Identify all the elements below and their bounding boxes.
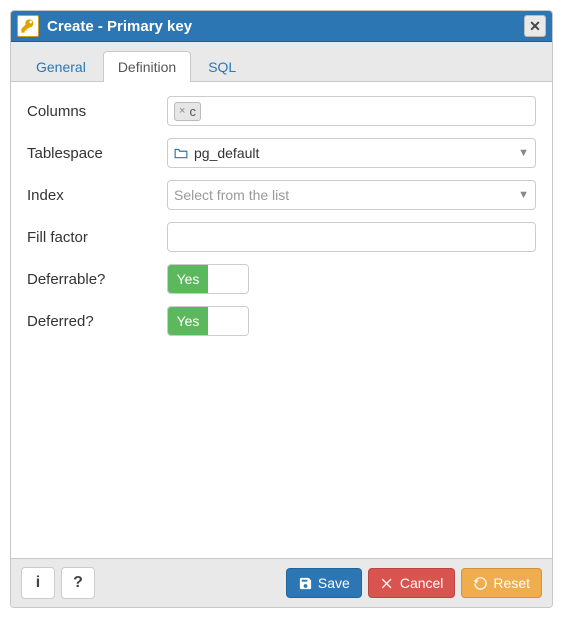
toggle-on-label: Yes — [168, 265, 208, 293]
dialog: Create - Primary key ✕ General Definitio… — [10, 10, 553, 608]
index-placeholder: Select from the list — [174, 187, 289, 203]
save-button[interactable]: Save — [286, 568, 362, 598]
index-label: Index — [27, 187, 167, 204]
deferrable-toggle[interactable]: Yes — [167, 264, 249, 294]
tab-general[interactable]: General — [21, 51, 101, 82]
cancel-label: Cancel — [400, 575, 444, 591]
tablespace-label: Tablespace — [27, 145, 167, 162]
fillfactor-input[interactable] — [176, 229, 527, 245]
dialog-title: Create - Primary key — [47, 18, 524, 35]
reset-label: Reset — [493, 575, 530, 591]
save-icon — [298, 576, 313, 591]
help-icon: ? — [73, 574, 83, 592]
save-label: Save — [318, 575, 350, 591]
columns-label: Columns — [27, 103, 167, 120]
tab-sql[interactable]: SQL — [193, 51, 251, 82]
fillfactor-label: Fill factor — [27, 229, 167, 246]
columns-input[interactable]: × c — [167, 96, 536, 126]
help-button[interactable]: ? — [61, 567, 95, 599]
tab-definition[interactable]: Definition — [103, 51, 191, 82]
caret-down-icon: ▼ — [518, 189, 529, 201]
deferrable-label: Deferrable? — [27, 271, 167, 288]
toggle-off-side — [208, 265, 248, 293]
info-button[interactable]: i — [21, 567, 55, 599]
reset-button[interactable]: Reset — [461, 568, 542, 598]
reset-icon — [473, 576, 488, 591]
close-button[interactable]: ✕ — [524, 15, 546, 37]
info-icon: i — [36, 574, 40, 592]
cancel-button[interactable]: Cancel — [368, 568, 456, 598]
toggle-off-side — [208, 307, 248, 335]
caret-down-icon: ▼ — [518, 147, 529, 159]
toggle-on-label: Yes — [168, 307, 208, 335]
index-select[interactable]: Select from the list ▼ — [167, 180, 536, 210]
dialog-footer: i ? Save Cancel Reset — [11, 558, 552, 607]
cancel-icon — [380, 576, 395, 591]
deferred-label: Deferred? — [27, 313, 167, 330]
close-icon: ✕ — [529, 18, 541, 35]
fillfactor-input-wrap — [167, 222, 536, 252]
dialog-body: Columns × c Tablespace pg_default — [11, 82, 552, 558]
folder-icon — [174, 147, 188, 159]
tablespace-select[interactable]: pg_default ▼ — [167, 138, 536, 168]
column-chip[interactable]: × c — [174, 102, 201, 121]
chip-remove-icon[interactable]: × — [177, 105, 187, 117]
title-bar: Create - Primary key ✕ — [11, 11, 552, 42]
primary-key-icon — [17, 15, 39, 37]
tablespace-value: pg_default — [194, 145, 259, 161]
tab-bar: General Definition SQL — [11, 42, 552, 82]
chip-label: c — [189, 104, 196, 119]
deferred-toggle[interactable]: Yes — [167, 306, 249, 336]
